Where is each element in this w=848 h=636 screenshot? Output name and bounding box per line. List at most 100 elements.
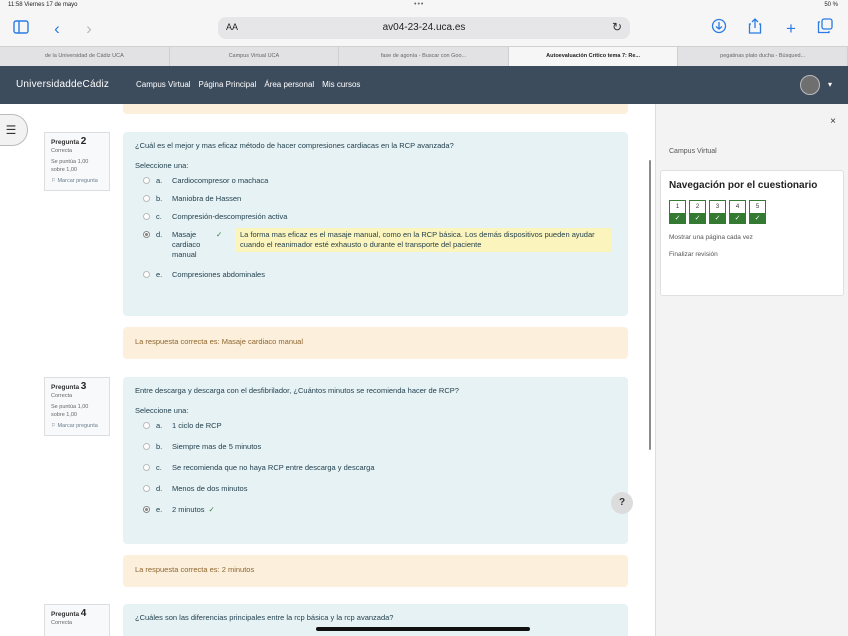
quiz-navigation-title: Navegación por el cuestionario <box>669 180 818 191</box>
question-state: Correcta <box>51 148 73 154</box>
quiz-nav-button-3[interactable]: 3 ✓ <box>709 200 726 224</box>
tabs-icon[interactable] <box>814 18 836 40</box>
question-state: Correcta <box>51 620 73 626</box>
question-state: Correcta <box>51 393 73 399</box>
option-b[interactable]: b. Siempre mas de 5 minutos <box>135 442 616 463</box>
question-label: Pregunta <box>51 611 80 618</box>
question-text: ¿Cuál es el mejor y mas eficaz método de… <box>135 141 454 150</box>
radio-button[interactable] <box>143 213 150 220</box>
site-logo[interactable]: UniversidaddeCádiz <box>16 79 109 90</box>
option-e[interactable]: e. Compresiones abdominales <box>135 270 616 288</box>
status-time: 11:58 Viernes 17 de mayo <box>8 2 78 8</box>
check-icon: ✓ <box>710 213 725 224</box>
question-text: ¿Cuáles son las diferencias principales … <box>135 613 394 622</box>
url-text: av04-23-24.uca.es <box>382 22 466 33</box>
question-text: Entre descarga y descarga con el desfibr… <box>135 386 459 395</box>
correct-answer-box: La respuesta correcta es: 2 minutos <box>123 555 628 587</box>
radio-button[interactable] <box>143 271 150 278</box>
drawer-breadcrumb[interactable]: Campus Virtual <box>669 148 717 155</box>
flag-question-link[interactable]: ⚐ Marcar pregunta <box>51 177 103 185</box>
nav-pagina-principal[interactable]: Página Principal <box>199 80 257 89</box>
tab-google-search[interactable]: fase de agonía - Buscar con Goo... <box>339 47 509 66</box>
option-d[interactable]: d. Masaje cardiaco manual ✓ La forma mas… <box>135 228 616 270</box>
home-indicator[interactable] <box>316 627 530 631</box>
tab-campus-virtual[interactable]: Campus Virtual UCA <box>170 47 340 66</box>
flag-icon: ⚐ <box>51 423 56 429</box>
question-number: 4 <box>80 608 87 619</box>
answer-feedback: La forma mas eficaz es el masaje manual,… <box>235 228 611 252</box>
question-label: Pregunta <box>51 139 80 146</box>
scrollbar-thumb[interactable] <box>649 160 651 450</box>
option-d[interactable]: d. Menos de dos minutos <box>135 484 616 505</box>
site-navbar: UniversidaddeCádiz Campus Virtual Página… <box>0 66 848 104</box>
quiz-nav-button-5[interactable]: 5 ✓ <box>749 200 766 224</box>
status-bar: 11:58 Viernes 17 de mayo ••• 50 % <box>0 0 848 12</box>
radio-button-selected[interactable] <box>143 506 150 513</box>
browser-toolbar: ‹ › AA av04-23-24.uca.es ↻ + <box>0 12 848 46</box>
quiz-navigation-block: Navegación por el cuestionario 1 ✓ 2 ✓ 3 ✓ … <box>660 170 844 296</box>
flag-question-link[interactable]: ⚐ Marcar pregunta <box>51 422 103 430</box>
check-icon: ✓ <box>690 213 705 224</box>
question-box-2: ¿Cuál es el mejor y mas eficaz método de… <box>123 132 628 316</box>
option-c[interactable]: c. Se recomienda que no haya RCP entre de… <box>135 463 616 484</box>
user-menu-caret-icon[interactable]: ▾ <box>828 80 832 89</box>
select-one-label: Seleccione una: <box>135 161 189 170</box>
radio-button[interactable] <box>143 195 150 202</box>
question-info-3: Pregunta 3 Correcta Se puntúa 1,00 sobre… <box>44 377 110 436</box>
nav-mis-cursos[interactable]: Mis cursos <box>322 80 360 89</box>
browser-tabs: de la Universidad de Cádiz UCA Campus Vi… <box>0 46 848 66</box>
question-score: Se puntúa 1,00 sobre 1,00 <box>51 159 89 173</box>
sidebar-icon[interactable] <box>10 18 32 40</box>
download-icon[interactable] <box>708 18 730 40</box>
nav-campus-virtual[interactable]: Campus Virtual <box>136 80 191 89</box>
radio-button[interactable] <box>143 422 150 429</box>
question-box-3: Entre descarga y descarga con el desfibr… <box>123 377 628 544</box>
user-avatar[interactable] <box>800 75 820 95</box>
main-content: ☰ Pregunta 2 Correcta Se puntúa 1,00 sob… <box>0 104 655 636</box>
back-icon[interactable]: ‹ <box>46 18 68 40</box>
finish-review-link[interactable]: Finalizar revisión <box>669 251 835 258</box>
drawer-toggle-icon[interactable]: ☰ <box>0 114 28 146</box>
option-e[interactable]: e. 2 minutos ✓ <box>135 505 616 526</box>
check-icon: ✓ <box>670 213 685 224</box>
share-icon[interactable] <box>744 18 766 40</box>
nav-area-personal[interactable]: Área personal <box>264 80 314 89</box>
quiz-nav-button-4[interactable]: 4 ✓ <box>729 200 746 224</box>
site-nav-links: Campus Virtual Página Principal Área per… <box>136 80 360 89</box>
forward-icon[interactable]: › <box>78 18 100 40</box>
option-a[interactable]: a. 1 ciclo de RCP <box>135 421 616 442</box>
help-icon[interactable]: ? <box>611 492 633 514</box>
select-one-label: Seleccione una: <box>135 406 189 415</box>
address-bar[interactable]: AA av04-23-24.uca.es ↻ <box>218 17 630 39</box>
radio-button[interactable] <box>143 464 150 471</box>
close-icon[interactable]: × <box>830 116 836 127</box>
option-a[interactable]: a. Cardiocompresor o machaca <box>135 176 616 194</box>
question-score: Se puntúa 1,00 sobre 1,00 <box>51 404 89 418</box>
quiz-nav-button-1[interactable]: 1 ✓ <box>669 200 686 224</box>
flag-icon: ⚐ <box>51 178 56 184</box>
radio-button[interactable] <box>143 177 150 184</box>
check-icon: ✓ <box>750 213 765 224</box>
tab-uca[interactable]: de la Universidad de Cádiz UCA <box>0 47 170 66</box>
quiz-nav-buttons: 1 ✓ 2 ✓ 3 ✓ 4 ✓ 5 ✓ <box>669 200 835 224</box>
quiz-nav-button-2[interactable]: 2 ✓ <box>689 200 706 224</box>
correct-check-icon: ✓ <box>216 230 223 239</box>
radio-button[interactable] <box>143 485 150 492</box>
show-one-page-link[interactable]: Mostrar una página cada vez <box>669 234 835 241</box>
question-label: Pregunta <box>51 384 80 391</box>
quiz-navigation-drawer: × Campus Virtual Navegación por el cuest… <box>655 104 848 636</box>
reload-icon[interactable]: ↻ <box>612 20 622 34</box>
multitask-dots[interactable]: ••• <box>414 1 424 8</box>
question-box-4: ¿Cuáles son las diferencias principales … <box>123 604 628 636</box>
radio-button-selected[interactable] <box>143 231 150 238</box>
tab-bing-search[interactable]: pegatinas plato ducha - Búsqued... <box>678 47 848 66</box>
radio-button[interactable] <box>143 443 150 450</box>
tab-autoevaluacion[interactable]: Autoevaluación Crítico tema 7: Re... <box>508 47 679 66</box>
correct-answer-box: La respuesta correcta es: Masaje cardiac… <box>123 327 628 359</box>
check-icon: ✓ <box>730 213 745 224</box>
previous-answer-box <box>123 104 628 114</box>
new-tab-icon[interactable]: + <box>780 18 802 40</box>
question-number: 3 <box>80 381 87 392</box>
correct-check-icon: ✓ <box>208 505 215 514</box>
option-b[interactable]: b. Maniobra de Hassen <box>135 194 616 212</box>
